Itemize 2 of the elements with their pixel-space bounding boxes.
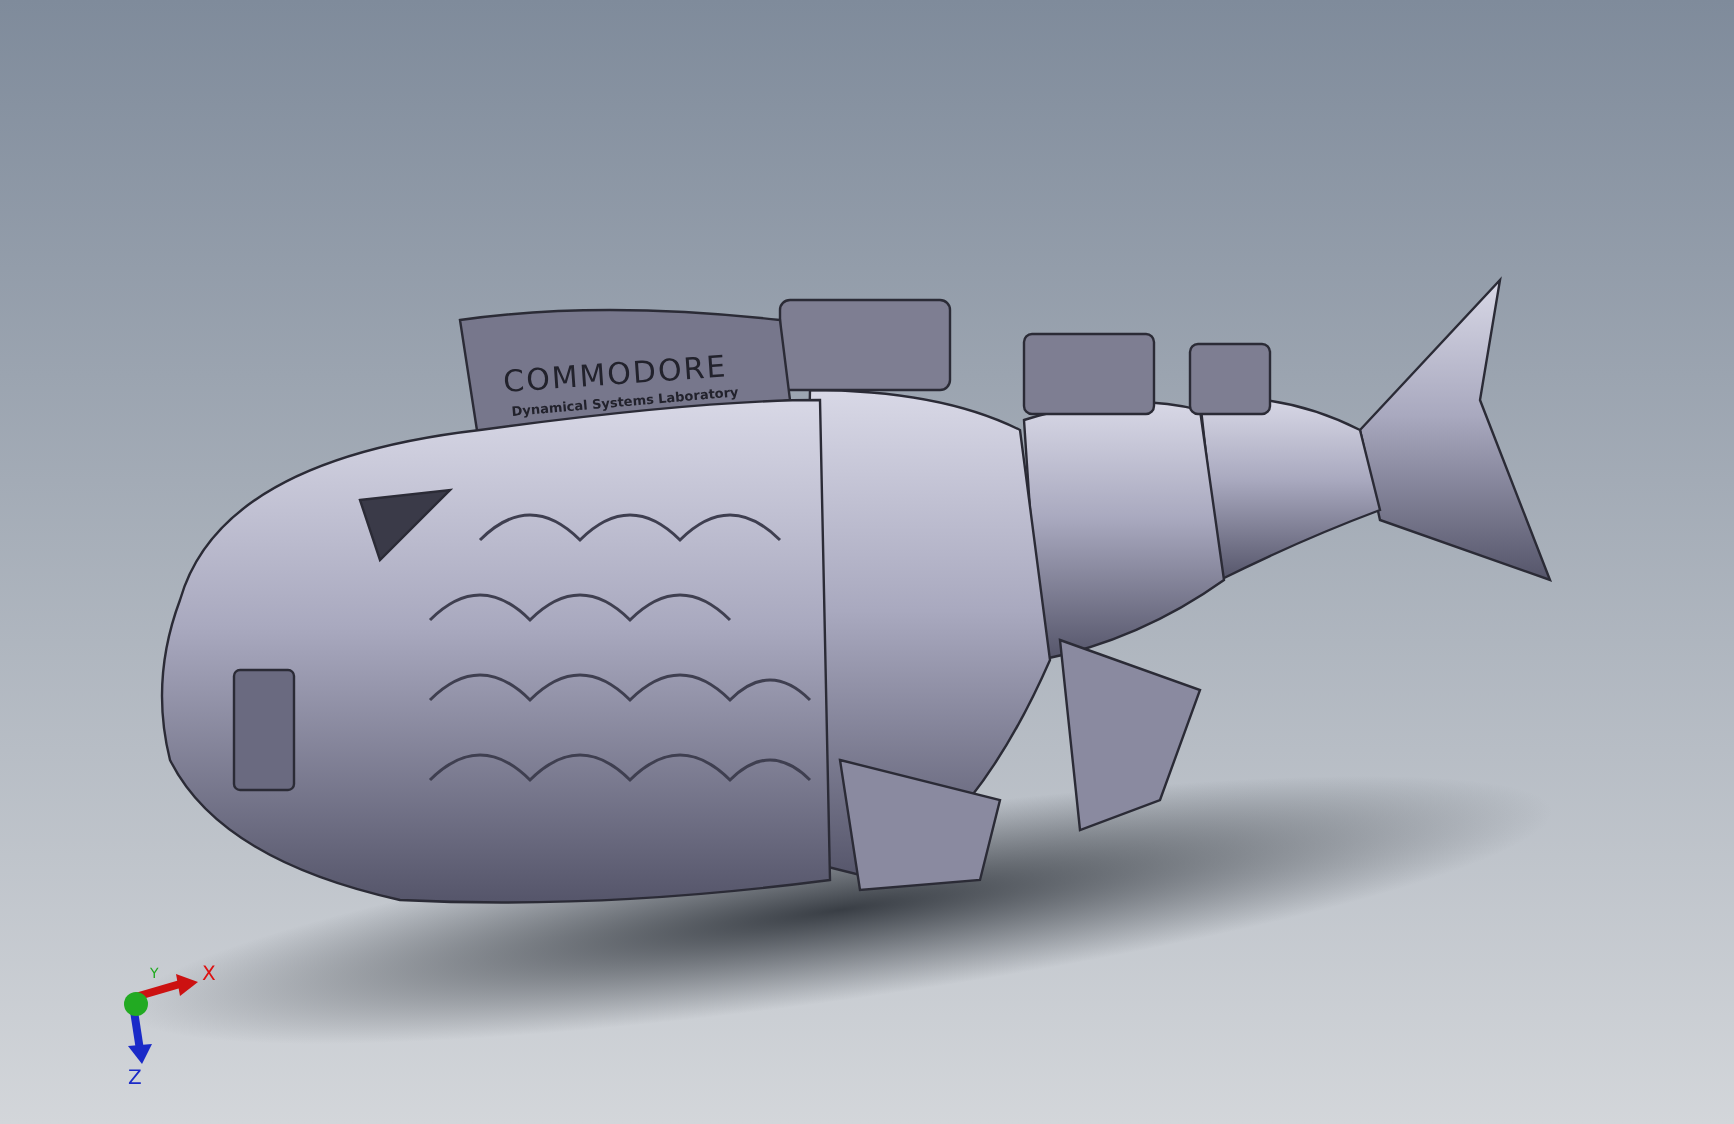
x-axis-label: X [202, 964, 216, 986]
z-axis-label: Z [128, 1068, 142, 1090]
